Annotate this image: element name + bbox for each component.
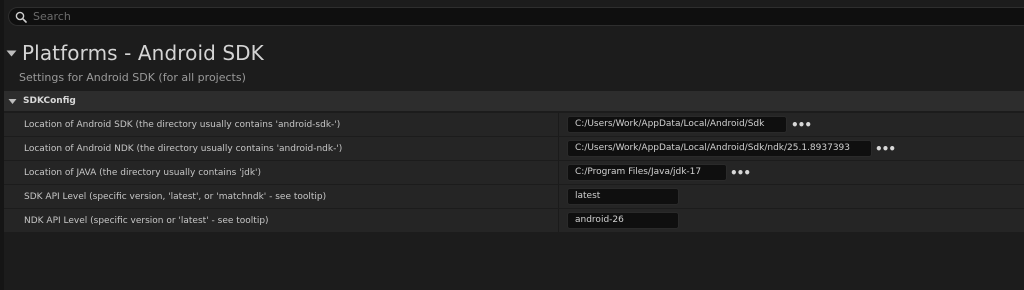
column-divider[interactable]: [558, 185, 559, 208]
search-icon: [15, 11, 27, 23]
sdk-api-level-field[interactable]: latest: [567, 188, 679, 205]
caret-down-icon[interactable]: [8, 97, 17, 106]
property-label: SDK API Level (specific version, 'latest…: [24, 191, 327, 202]
java-path-field[interactable]: C:/Program Files/Java/jdk-17: [567, 164, 727, 181]
property-row-sdk-api-level: SDK API Level (specific version, 'latest…: [4, 185, 1024, 208]
search-input[interactable]: [33, 10, 933, 23]
ndk-api-level-field[interactable]: android-26: [567, 212, 679, 229]
property-row-android-sdk: Location of Android SDK (the directory u…: [4, 113, 1024, 136]
column-divider[interactable]: [558, 113, 559, 136]
column-divider[interactable]: [558, 161, 559, 184]
caret-down-icon[interactable]: [6, 48, 17, 59]
property-label: NDK API Level (specific version or 'late…: [24, 215, 269, 226]
browse-sdk-button[interactable]: •••: [791, 117, 812, 133]
section-header[interactable]: Platforms - Android SDK: [6, 38, 264, 68]
property-label: Location of Android SDK (the directory u…: [24, 119, 341, 130]
android-sdk-path-field[interactable]: C:/Users/Work/AppData/Local/Android/Sdk: [567, 116, 787, 133]
category-label: SDKConfig: [23, 96, 76, 106]
property-label: Location of JAVA (the directory usually …: [24, 167, 262, 178]
search-bar[interactable]: [8, 7, 1024, 26]
column-divider[interactable]: [558, 137, 559, 160]
property-label: Location of Android NDK (the directory u…: [24, 143, 343, 154]
property-row-ndk-api-level: NDK API Level (specific version or 'late…: [4, 209, 1024, 232]
page-subtitle: Settings for Android SDK (for all projec…: [19, 71, 246, 84]
property-row-android-ndk: Location of Android NDK (the directory u…: [4, 137, 1024, 160]
page-title: Platforms - Android SDK: [22, 41, 264, 65]
browse-java-button[interactable]: •••: [730, 165, 751, 181]
property-row-java: Location of JAVA (the directory usually …: [4, 161, 1024, 184]
android-ndk-path-field[interactable]: C:/Users/Work/AppData/Local/Android/Sdk/…: [567, 140, 872, 157]
browse-ndk-button[interactable]: •••: [875, 141, 896, 157]
property-list: Location of Android SDK (the directory u…: [4, 113, 1024, 233]
category-header-sdkconfig[interactable]: SDKConfig: [4, 91, 1024, 111]
column-divider[interactable]: [558, 209, 559, 232]
settings-panel: Platforms - Android SDK Settings for And…: [0, 0, 1024, 290]
